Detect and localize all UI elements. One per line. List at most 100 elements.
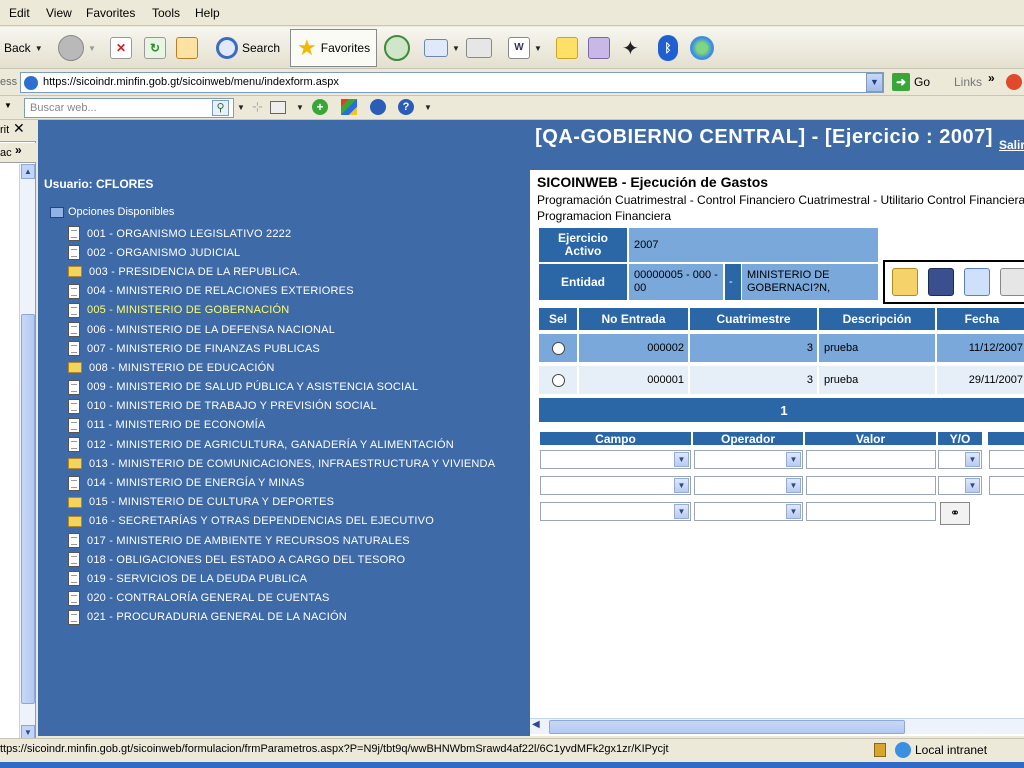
search-button[interactable]: Search: [216, 31, 280, 65]
yo-select[interactable]: ▼: [938, 450, 982, 469]
tree-item[interactable]: 021 - PROCURADURIA GENERAL DE LA NACIÓN: [68, 608, 495, 627]
research-button[interactable]: [588, 31, 610, 65]
search-go-icon[interactable]: ⚲: [212, 100, 229, 116]
tree-item[interactable]: 015 - MINISTERIO DE CULTURA Y DEPORTES: [68, 493, 495, 512]
save-disk-icon[interactable]: [928, 268, 954, 296]
go-button[interactable]: ➜ Go: [892, 73, 930, 91]
row-select-radio[interactable]: [539, 334, 577, 362]
explorer-scrollbar[interactable]: ▲ ▼: [19, 164, 35, 740]
messenger-small-icon[interactable]: [370, 99, 386, 115]
table-row[interactable]: 000001 3 prueba 29/11/2007: [530, 366, 1024, 394]
tree-item[interactable]: 008 - MINISTERIO DE EDUCACIÓN: [68, 358, 495, 377]
messenger-button[interactable]: [690, 31, 714, 65]
help-icon[interactable]: ?: [398, 99, 414, 115]
content-hscrollbar[interactable]: ◀: [530, 718, 1024, 734]
table-row[interactable]: 000002 3 prueba 11/12/2007: [530, 334, 1024, 362]
tree-item[interactable]: 017 - MINISTERIO DE AMBIENTE Y RECURSOS …: [68, 531, 495, 550]
tool-button[interactable]: ✦: [622, 31, 639, 65]
refresh-button[interactable]: ↻: [144, 31, 166, 65]
scroll-thumb[interactable]: [549, 720, 905, 734]
forward-button[interactable]: ▼: [58, 31, 96, 65]
chevron-down-icon[interactable]: ▼: [674, 452, 689, 467]
scroll-left-icon[interactable]: ◀: [532, 719, 540, 730]
valor-input[interactable]: [806, 450, 936, 469]
add-icon[interactable]: +: [312, 99, 328, 115]
scroll-up-icon[interactable]: ▲: [21, 164, 35, 179]
chevron-down-icon[interactable]: ▼: [424, 103, 432, 112]
pager[interactable]: 1: [539, 398, 1024, 422]
print-icon[interactable]: [1000, 268, 1024, 296]
tree-item[interactable]: 005 - MINISTERIO DE GOBERNACIÓN: [68, 301, 495, 320]
tree-item[interactable]: 004 - MINISTERIO DE RELACIONES EXTERIORE…: [68, 282, 495, 301]
note-button[interactable]: [556, 31, 578, 65]
chevron-right-icon[interactable]: »: [988, 71, 995, 85]
chevron-down-icon[interactable]: ▼: [786, 478, 801, 493]
extra-input[interactable]: [989, 476, 1024, 495]
tree-item[interactable]: 012 - MINISTERIO DE AGRICULTURA, GANADER…: [68, 435, 495, 454]
tree-item[interactable]: 010 - MINISTERIO DE TRABAJO Y PREVISIÓN …: [68, 397, 495, 416]
chevron-down-icon[interactable]: ▼: [35, 44, 43, 53]
tree-item[interactable]: 019 - SERVICIOS DE LA DEUDA PUBLICA: [68, 569, 495, 588]
operador-select[interactable]: ▼: [694, 450, 803, 469]
home-button[interactable]: [176, 31, 198, 65]
chevron-down-icon[interactable]: ▼: [452, 44, 460, 53]
menu-favorites[interactable]: Favorites: [86, 6, 135, 20]
tree-item[interactable]: 003 - PRESIDENCIA DE LA REPUBLICA.: [68, 262, 495, 281]
chevron-down-icon[interactable]: ▼: [965, 452, 980, 467]
chevron-down-icon[interactable]: ▼: [674, 478, 689, 493]
chevron-down-icon[interactable]: ▼: [786, 452, 801, 467]
salir-link[interactable]: Salir: [999, 138, 1024, 152]
tree-item[interactable]: 018 - OBLIGACIONES DEL ESTADO A CARGO DE…: [68, 550, 495, 569]
valor-input[interactable]: [806, 502, 936, 521]
operador-select[interactable]: ▼: [694, 476, 803, 495]
row-select-radio[interactable]: [539, 366, 577, 394]
scroll-thumb[interactable]: [21, 314, 35, 704]
tree-item[interactable]: 007 - MINISTERIO DE FINANZAS PUBLICAS: [68, 339, 495, 358]
chevron-down-icon[interactable]: ▼: [674, 504, 689, 519]
stop-button[interactable]: ✕: [110, 31, 132, 65]
menu-view[interactable]: View: [46, 6, 72, 20]
chevron-down-icon[interactable]: ▼: [296, 103, 304, 112]
chevron-down-icon[interactable]: ▼: [534, 44, 542, 53]
find-binoculars-button[interactable]: ⚭: [940, 502, 970, 525]
address-input[interactable]: https://sicoindr.minfin.gob.gt/sicoinweb…: [20, 72, 884, 93]
menu-edit[interactable]: Edit: [9, 6, 30, 20]
links-app-icon[interactable]: [1006, 74, 1022, 90]
windows-flag-icon[interactable]: [341, 99, 357, 115]
mail-button[interactable]: ▼: [424, 31, 460, 65]
yo-select[interactable]: ▼: [938, 476, 982, 495]
campo-select[interactable]: ▼: [540, 476, 691, 495]
close-icon[interactable]: ✕: [13, 120, 25, 137]
web-search-input[interactable]: Buscar web...: [24, 98, 234, 118]
chevron-down-icon[interactable]: ▼: [237, 103, 245, 112]
address-dropdown-icon[interactable]: ▼: [866, 73, 883, 92]
favorites-button[interactable]: ★ Favorites: [290, 29, 378, 67]
history-button[interactable]: [384, 31, 410, 65]
tree-item[interactable]: 001 - ORGANISMO LEGISLATIVO 2222: [68, 224, 495, 243]
back-button[interactable]: Back ▼: [4, 31, 43, 65]
campo-select[interactable]: ▼: [540, 450, 691, 469]
tree-item[interactable]: 006 - MINISTERIO DE LA DEFENSA NACIONAL: [68, 320, 495, 339]
campo-select[interactable]: ▼: [540, 502, 691, 521]
window-icon[interactable]: [270, 101, 286, 114]
tree-item[interactable]: 009 - MINISTERIO DE SALUD PÚBLICA Y ASIS…: [68, 378, 495, 397]
bluetooth-button[interactable]: ᛒ: [658, 31, 678, 65]
edit-button[interactable]: W ▼: [508, 31, 542, 65]
chevron-down-icon[interactable]: ▼: [4, 101, 12, 110]
tree-item[interactable]: 013 - MINISTERIO DE COMUNICACIONES, INFR…: [68, 454, 495, 473]
print-button[interactable]: [466, 31, 492, 65]
operador-select[interactable]: ▼: [694, 502, 803, 521]
menu-help[interactable]: Help: [195, 6, 220, 20]
tree-item[interactable]: 020 - CONTRALORÍA GENERAL DE CUENTAS: [68, 589, 495, 608]
links-label[interactable]: Links: [954, 75, 982, 89]
tree-item[interactable]: 011 - MINISTERIO DE ECONOMÍA: [68, 416, 495, 435]
tree-item[interactable]: 002 - ORGANISMO JUDICIAL: [68, 243, 495, 262]
extra-input[interactable]: [989, 450, 1024, 469]
tree-item[interactable]: 014 - MINISTERIO DE ENERGÍA Y MINAS: [68, 473, 495, 492]
chevron-down-icon[interactable]: ▼: [965, 478, 980, 493]
valor-input[interactable]: [806, 476, 936, 495]
tree-item[interactable]: 016 - SECRETARÍAS Y OTRAS DEPENDENCIAS D…: [68, 512, 495, 531]
preview-icon[interactable]: [964, 268, 990, 296]
menu-tools[interactable]: Tools: [152, 6, 180, 20]
chevron-right-icon[interactable]: »: [15, 143, 22, 157]
